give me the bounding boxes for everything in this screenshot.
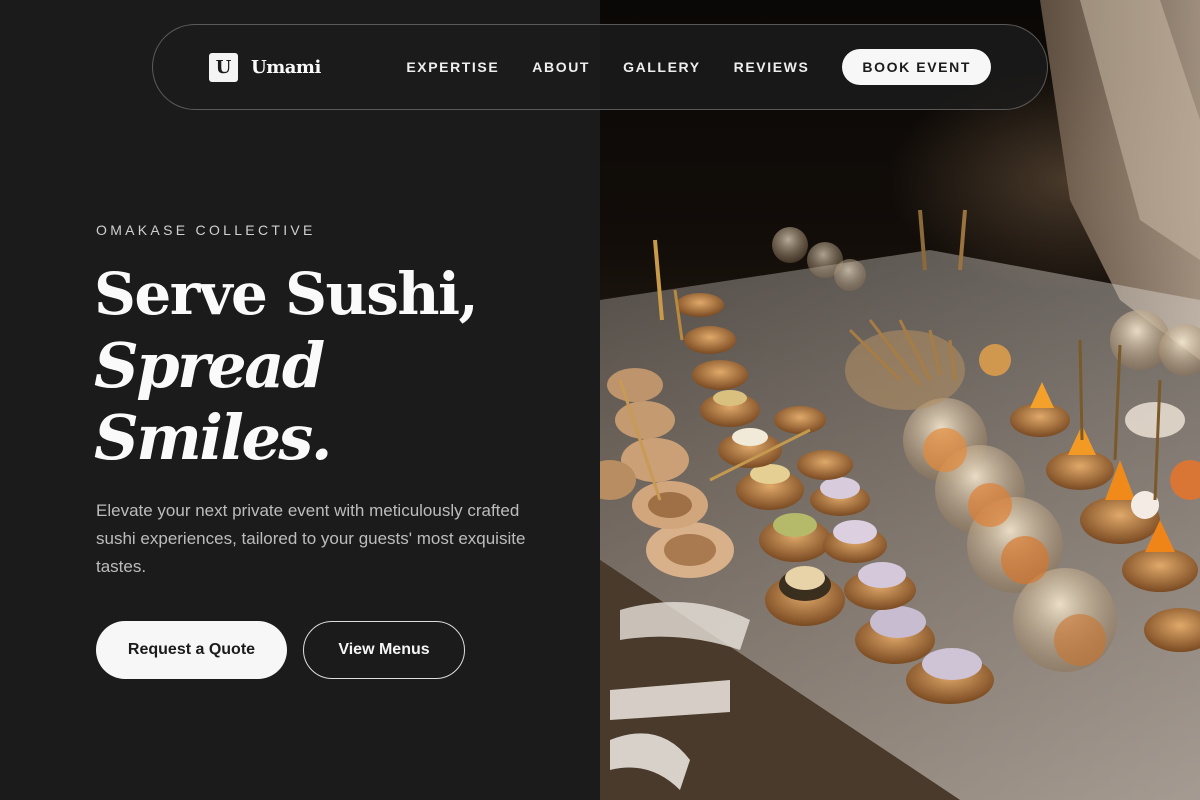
- brand-name: Umami: [251, 56, 321, 78]
- catering-tray-illustration: [600, 0, 1200, 800]
- hero-description: Elevate your next private event with met…: [96, 501, 526, 576]
- headline-line-2: Spread: [94, 329, 325, 402]
- view-menus-button[interactable]: View Menus: [303, 621, 465, 679]
- brand-logo[interactable]: U Umami: [209, 52, 321, 82]
- request-quote-button[interactable]: Request a Quote: [96, 621, 287, 679]
- headline-line-3: Smiles.: [94, 401, 332, 474]
- nav-link-about[interactable]: ABOUT: [532, 59, 590, 75]
- book-event-button[interactable]: BOOK EVENT: [842, 49, 991, 85]
- nav-links: EXPERTISE ABOUT GALLERY REVIEWS BOOK EVE…: [406, 49, 991, 85]
- hero-eyebrow: OMAKASE COLLECTIVE: [96, 222, 316, 238]
- hero-photo: [600, 0, 1200, 800]
- nav-link-expertise[interactable]: EXPERTISE: [406, 59, 499, 75]
- top-navigation: U Umami EXPERTISE ABOUT GALLERY REVIEWS …: [152, 24, 1048, 110]
- brand-mark-icon: U: [209, 52, 238, 82]
- headline-line-1: Serve Sushi,: [94, 260, 479, 328]
- hero-headline: Serve Sushi, Spread Smiles.: [94, 258, 564, 474]
- nav-link-gallery[interactable]: GALLERY: [623, 59, 701, 75]
- nav-link-reviews[interactable]: REVIEWS: [734, 59, 810, 75]
